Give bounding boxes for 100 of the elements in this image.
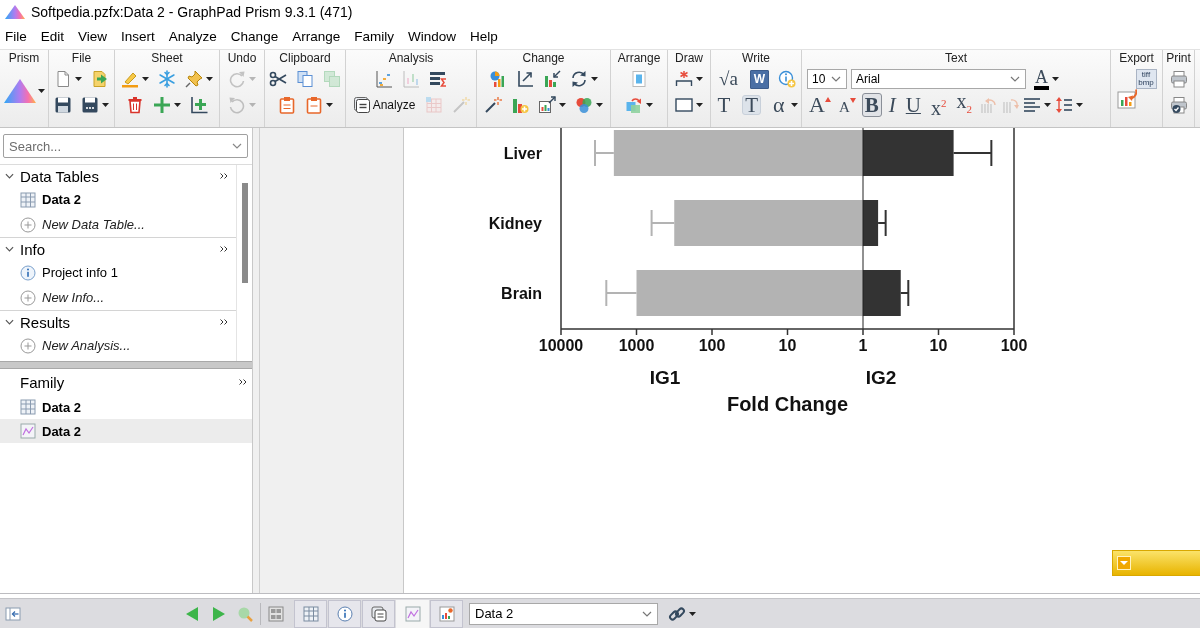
- axes-arrow-icon[interactable]: [516, 70, 534, 88]
- caret-icon[interactable]: [1043, 103, 1051, 107]
- import-icon[interactable]: [91, 70, 109, 88]
- info-plus-icon[interactable]: [777, 70, 796, 88]
- caret-icon[interactable]: [591, 77, 598, 81]
- subscript-button[interactable]: x$_{2}$: [953, 93, 975, 117]
- printer-icon[interactable]: [1169, 70, 1188, 88]
- trash-icon[interactable]: [126, 96, 144, 114]
- tree-item[interactable]: Data 2: [0, 187, 236, 212]
- font-size-select[interactable]: 10: [807, 69, 847, 89]
- caret-icon[interactable]: [37, 89, 45, 93]
- sheet-select[interactable]: Data 2: [469, 602, 658, 625]
- bar-chart-arrow-icon[interactable]: [543, 70, 561, 88]
- menu-item[interactable]: Family: [347, 29, 401, 44]
- caret-icon[interactable]: [102, 103, 109, 107]
- tree-item[interactable]: New Analysis...: [0, 333, 236, 358]
- tree-item[interactable]: New Data Table...: [0, 212, 236, 237]
- bar-plus-icon[interactable]: [511, 96, 529, 114]
- font-select[interactable]: Arial: [851, 69, 1026, 89]
- menu-item[interactable]: Help: [462, 29, 505, 44]
- tree-item[interactable]: Project info 1: [0, 260, 236, 285]
- save-icon[interactable]: [54, 96, 72, 114]
- menu-item[interactable]: Edit: [33, 29, 72, 44]
- chevron-down-icon[interactable]: [642, 610, 652, 617]
- collapse-panel-icon[interactable]: [5, 605, 21, 622]
- double-chevron-icon[interactable]: [220, 173, 228, 179]
- caret-icon[interactable]: [1052, 77, 1059, 81]
- shrink-font-button[interactable]: A: [836, 93, 858, 117]
- section-header[interactable]: Data Tables: [0, 165, 236, 187]
- search-field[interactable]: Search...: [3, 134, 248, 158]
- align-left-icon[interactable]: [1022, 96, 1041, 114]
- double-chevron-icon[interactable]: [239, 379, 247, 385]
- rectangle-icon[interactable]: [675, 96, 693, 114]
- add-column-icon[interactable]: [190, 96, 208, 114]
- caret-icon[interactable]: [696, 77, 703, 81]
- view-tab[interactable]: [362, 599, 395, 628]
- caret-icon[interactable]: [142, 77, 149, 81]
- caret-icon[interactable]: [325, 103, 333, 107]
- caret-icon[interactable]: [1075, 103, 1083, 107]
- dropdown-icon[interactable]: [232, 143, 242, 149]
- chevron-down-icon[interactable]: [831, 76, 841, 82]
- tree-item[interactable]: New Info...: [0, 285, 236, 310]
- chevron-down-icon[interactable]: [5, 246, 14, 252]
- line-spacing-icon[interactable]: [1054, 96, 1073, 114]
- tree-item[interactable]: Data 2: [0, 395, 252, 419]
- table-sum-icon[interactable]: [429, 70, 447, 88]
- text-button[interactable]: T: [714, 93, 734, 117]
- caret-icon[interactable]: [790, 103, 798, 107]
- save-as-icon[interactable]: [81, 96, 99, 114]
- view-tab[interactable]: [294, 599, 327, 628]
- page-icon[interactable]: [630, 70, 648, 88]
- view-tab[interactable]: [430, 599, 463, 628]
- menu-item[interactable]: Change: [223, 29, 286, 44]
- scatter-chart-icon[interactable]: [375, 70, 393, 88]
- magic-wand-icon[interactable]: [484, 96, 502, 114]
- word-button[interactable]: W: [749, 69, 769, 89]
- link-icon[interactable]: [668, 604, 686, 623]
- symbol-button[interactable]: α: [770, 93, 788, 117]
- chevron-down-icon[interactable]: [5, 319, 14, 325]
- caret-icon[interactable]: [646, 103, 653, 107]
- section-header[interactable]: Results: [0, 311, 236, 333]
- caret-icon[interactable]: [206, 77, 213, 81]
- refresh-icon[interactable]: [570, 70, 588, 88]
- menu-item[interactable]: File: [0, 29, 34, 44]
- chevron-down-icon[interactable]: [5, 173, 14, 179]
- scissors-icon[interactable]: [269, 70, 287, 88]
- pie-bar-chart-icon[interactable]: [489, 70, 507, 88]
- section-header[interactable]: Family: [0, 369, 252, 395]
- analyze-button[interactable]: Analyze: [351, 94, 417, 116]
- caret-icon[interactable]: [174, 103, 181, 107]
- layout-grid-icon[interactable]: [268, 605, 284, 622]
- color-circles-icon[interactable]: [575, 96, 593, 114]
- asterisk-line-icon[interactable]: [675, 70, 693, 88]
- view-tab[interactable]: [328, 599, 361, 628]
- text-box-button[interactable]: T: [742, 95, 762, 115]
- chevron-down-icon[interactable]: [1010, 76, 1020, 82]
- snowflake-icon[interactable]: [158, 70, 176, 88]
- caret-icon[interactable]: [689, 611, 696, 616]
- section-header[interactable]: Info: [0, 238, 236, 260]
- menu-item[interactable]: Analyze: [161, 29, 224, 44]
- caret-icon[interactable]: [559, 103, 566, 107]
- tree-item[interactable]: Data 2: [0, 419, 252, 443]
- menu-item[interactable]: Window: [400, 29, 463, 44]
- menu-item[interactable]: Arrange: [285, 29, 348, 44]
- resize-chart-icon[interactable]: [538, 96, 556, 114]
- chart-export-icon[interactable]: [1116, 89, 1137, 109]
- scrollbar[interactable]: [241, 183, 248, 283]
- bold-button[interactable]: B: [861, 93, 882, 117]
- double-chevron-icon[interactable]: [220, 246, 228, 252]
- paste-icon[interactable]: [277, 96, 296, 114]
- caret-icon[interactable]: [75, 77, 82, 81]
- superscript-button[interactable]: x$^{2}$: [927, 93, 950, 117]
- caret-icon[interactable]: [696, 103, 703, 107]
- italic-button[interactable]: I: [885, 93, 899, 117]
- copy-icon[interactable]: [296, 70, 314, 88]
- grow-font-button[interactable]: A: [807, 93, 833, 117]
- double-chevron-icon[interactable]: [220, 319, 228, 325]
- clipboard-icon[interactable]: [304, 96, 323, 114]
- menu-item[interactable]: Insert: [114, 29, 162, 44]
- font-color-button[interactable]: A: [1034, 68, 1049, 90]
